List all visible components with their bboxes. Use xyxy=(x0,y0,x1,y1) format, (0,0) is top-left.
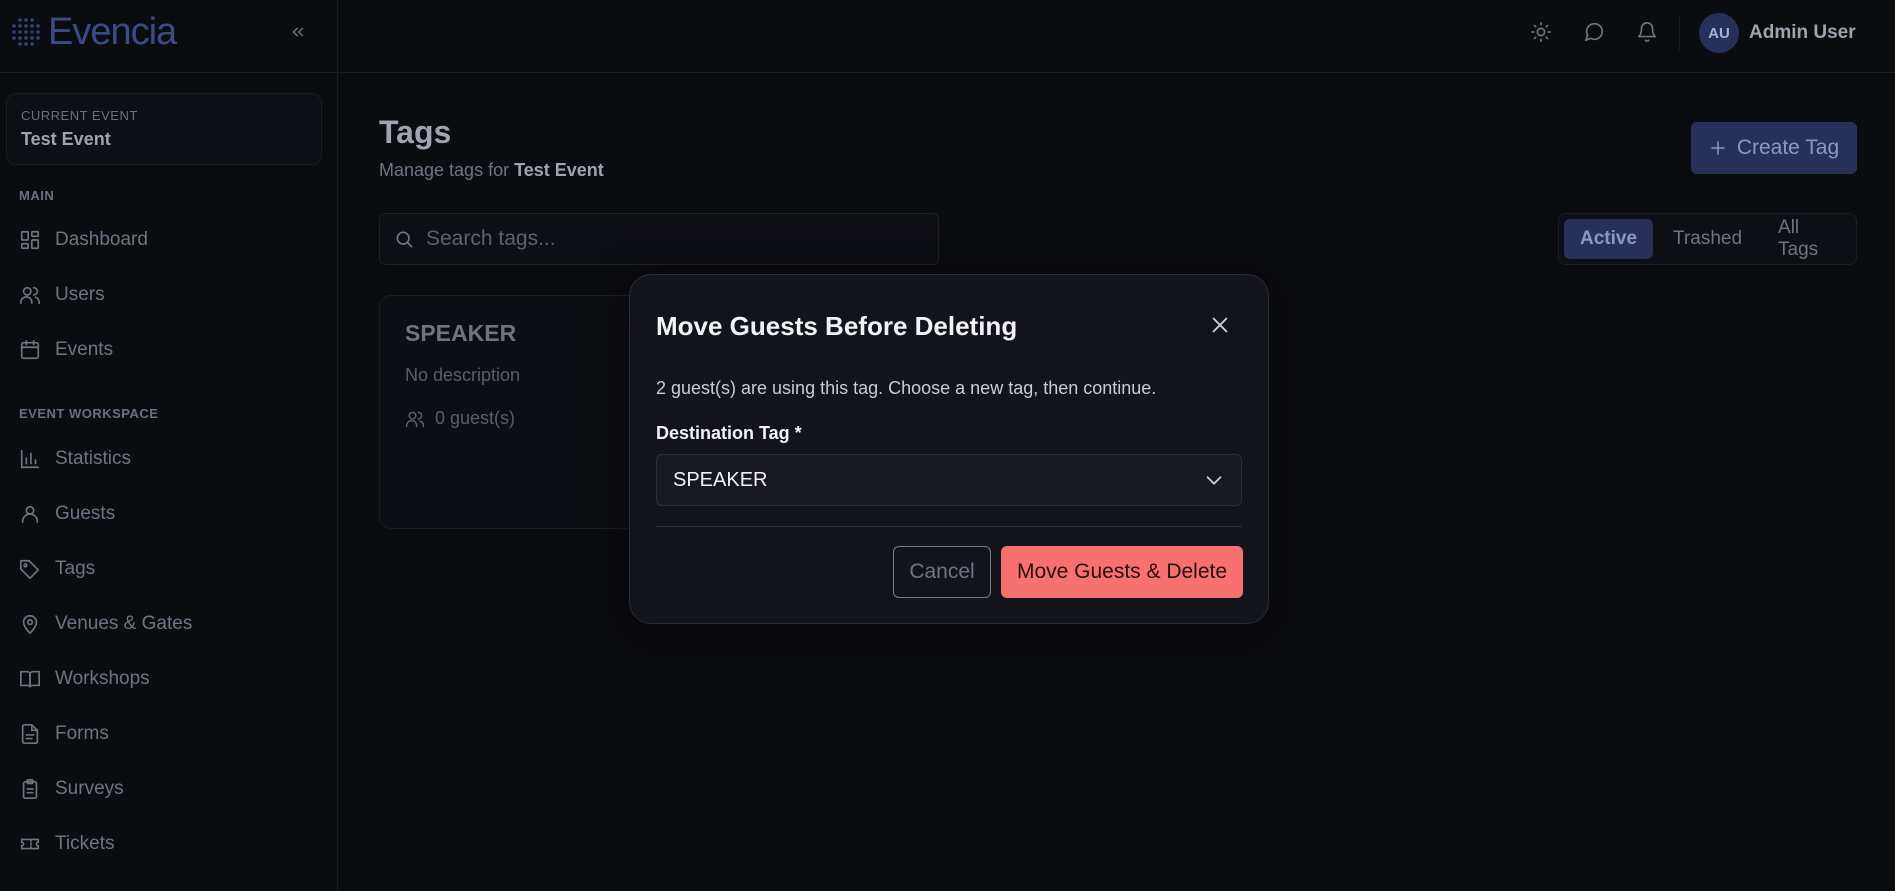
users-icon xyxy=(20,286,40,305)
current-event-label: CURRENT EVENT xyxy=(21,108,138,123)
sidebar-divider xyxy=(0,72,338,73)
dialog-divider xyxy=(656,526,1242,527)
sidebar-item-label: Statistics xyxy=(55,448,132,469)
sidebar-item-events[interactable]: Events xyxy=(19,335,113,365)
search-input[interactable] xyxy=(426,227,906,251)
clipboard-icon xyxy=(22,779,38,799)
sidebar-item-dashboard[interactable]: Dashboard xyxy=(19,225,148,255)
dialog-message: 2 guest(s) are using this tag. Choose a … xyxy=(656,378,1157,398)
close-dialog-button[interactable] xyxy=(1206,311,1234,339)
sidebar-item-label: Users xyxy=(55,284,105,305)
sidebar-item-tags[interactable]: Tags xyxy=(19,554,95,584)
avatar[interactable]: AU xyxy=(1699,13,1739,53)
brand-logo[interactable]: Evencia xyxy=(8,10,177,53)
chevron-down-icon xyxy=(1206,476,1222,485)
tab-all-tags[interactable]: All Tags xyxy=(1762,217,1851,260)
users-icon xyxy=(405,411,425,427)
sidebar-item-forms[interactable]: Forms xyxy=(19,719,109,749)
destination-tag-value: SPEAKER xyxy=(673,468,768,491)
move-guests-delete-button[interactable]: Move Guests & Delete xyxy=(1001,546,1243,598)
sidebar-item-statistics[interactable]: Statistics xyxy=(19,444,131,474)
plus-icon xyxy=(1711,141,1725,155)
sidebar-item-workshops[interactable]: Workshops xyxy=(19,664,150,694)
subtitle-prefix: Manage tags for xyxy=(379,160,510,180)
create-tag-label: Create Tag xyxy=(1736,136,1840,159)
theme-toggle-button[interactable] xyxy=(1529,20,1553,44)
ticket-icon xyxy=(20,838,40,850)
search-box xyxy=(379,213,939,265)
topbar-separator xyxy=(1679,16,1680,50)
close-icon xyxy=(1212,317,1228,333)
page-title: Tags xyxy=(379,114,452,150)
user-icon xyxy=(21,505,39,524)
move-guests-dialog: Move Guests Before Deleting 2 guest(s) a… xyxy=(629,274,1269,624)
dialog-title: Move Guests Before Deleting xyxy=(656,311,1018,341)
sidebar-item-label: Workshops xyxy=(55,668,150,689)
sidebar-item-venues-gates[interactable]: Venues & Gates xyxy=(19,609,192,639)
messages-button[interactable] xyxy=(1582,20,1606,44)
subtitle-event-name: Test Event xyxy=(514,160,604,180)
destination-tag-select[interactable]: SPEAKER xyxy=(656,454,1242,506)
tab-active[interactable]: Active xyxy=(1564,219,1654,259)
destination-tag-label: Destination Tag * xyxy=(656,423,802,443)
sidebar-item-label: Surveys xyxy=(55,778,124,799)
sidebar-item-label: Venues & Gates xyxy=(55,613,193,634)
section-label-main: MAIN xyxy=(19,188,55,203)
current-event-card[interactable]: CURRENT EVENT Test Event xyxy=(6,93,322,165)
tab-trashed[interactable]: Trashed xyxy=(1657,219,1758,259)
calendar-icon xyxy=(20,340,40,360)
sidebar-item-label: Events xyxy=(55,339,114,360)
sidebar-item-tickets[interactable]: Tickets xyxy=(19,829,114,859)
sidebar-item-label: Forms xyxy=(55,723,109,744)
sidebar-item-surveys[interactable]: Surveys xyxy=(19,774,124,804)
page-subtitle: Manage tags for Test Event xyxy=(379,160,604,181)
sidebar-item-guests[interactable]: Guests xyxy=(19,499,115,529)
chevrons-left-icon xyxy=(292,27,304,37)
section-label-event-workspace: EVENT WORKSPACE xyxy=(19,406,159,421)
brand-name: Evencia xyxy=(48,10,177,53)
file-icon xyxy=(21,724,39,744)
tag-guest-count: 0 guest(s) xyxy=(405,408,653,429)
tag-filter-tabs: Active Trashed All Tags xyxy=(1558,213,1857,265)
current-event-name: Test Event xyxy=(21,129,111,149)
tag-guest-count-text: 0 guest(s) xyxy=(435,408,516,428)
notifications-button[interactable] xyxy=(1635,20,1659,44)
sidebar-item-label: Tickets xyxy=(55,833,115,854)
search-icon xyxy=(396,231,413,248)
create-tag-button[interactable]: Create Tag xyxy=(1691,122,1857,174)
book-icon xyxy=(20,670,40,688)
map-pin-icon xyxy=(22,614,38,635)
dashboard-icon xyxy=(20,230,40,250)
sidebar: Evencia CURRENT EVENT Test Event MAIN Da… xyxy=(0,0,338,891)
message-circle-icon xyxy=(1584,22,1604,42)
chart-icon xyxy=(20,449,40,469)
collapse-sidebar-button[interactable] xyxy=(286,20,310,44)
tag-icon xyxy=(20,559,40,579)
cancel-button[interactable]: Cancel xyxy=(893,546,991,598)
sidebar-item-label: Guests xyxy=(55,503,116,524)
topbar: AU Admin User xyxy=(339,0,1895,73)
sidebar-item-label: Tags xyxy=(55,558,96,579)
brand-dots-icon xyxy=(12,18,40,46)
bell-icon xyxy=(1637,22,1657,42)
sidebar-item-users[interactable]: Users xyxy=(19,280,105,310)
user-name[interactable]: Admin User xyxy=(1749,22,1856,44)
tag-name: SPEAKER xyxy=(405,320,517,346)
sidebar-item-label: Dashboard xyxy=(55,229,148,250)
tag-description: No description xyxy=(405,365,521,385)
sun-icon xyxy=(1531,22,1551,42)
